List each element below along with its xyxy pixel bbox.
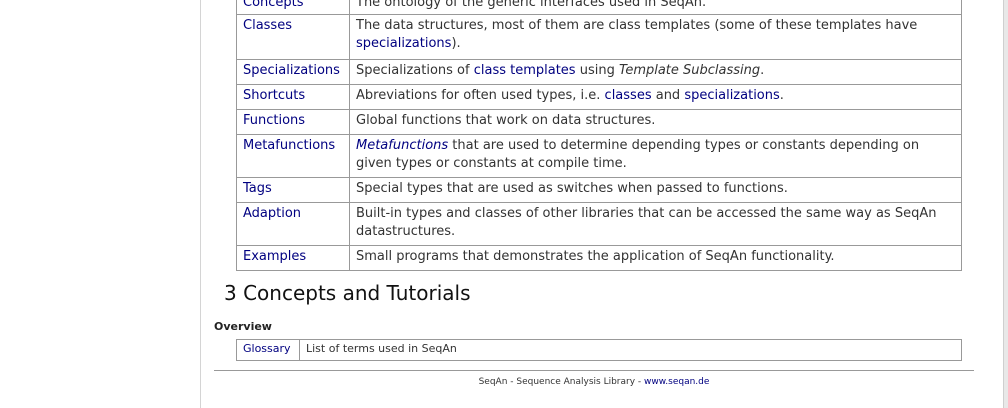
table-row: Adaption Built-in types and classes of o… [236,202,962,246]
table-row: Examples Small programs that demonstrate… [236,245,962,271]
footer-link[interactable]: www.seqan.de [644,377,709,387]
row-description: Special types that are used as switches … [349,177,962,203]
row-description: The ontology of the generic interfaces u… [349,0,962,15]
link-tags[interactable]: Tags [243,181,272,196]
link-shortcuts[interactable]: Shortcuts [243,88,305,103]
link-metafunctions[interactable]: Metafunctions [243,138,335,153]
row-description: Metafunctions that are used to determine… [349,134,962,178]
row-description: Abreviations for often used types, i.e. … [349,84,962,110]
footer: SeqAn - Sequence Analysis Library - www.… [214,377,974,387]
link-classes-inline[interactable]: classes [605,88,652,103]
link-specializations[interactable]: Specializations [243,63,340,78]
window-right-edge [1003,0,1008,408]
left-navigation-pane [0,0,201,408]
row-description: Global functions that work on data struc… [349,109,962,135]
table-row: Glossary List of terms used in SeqAn [236,339,962,361]
table-row: Concepts The ontology of the generic int… [236,0,962,15]
row-description: The data structures, most of them are cl… [349,14,962,60]
link-classes[interactable]: Classes [243,18,292,33]
row-description: List of terms used in SeqAn [299,339,962,361]
link-concepts[interactable]: Concepts [243,0,304,10]
link-examples[interactable]: Examples [243,249,306,264]
link-class-templates[interactable]: class templates [474,63,576,78]
table-row: Classes The data structures, most of the… [236,14,962,60]
glossary-table: Glossary List of terms used in SeqAn [236,339,962,361]
link-functions[interactable]: Functions [243,113,305,128]
table-row: Shortcuts Abreviations for often used ty… [236,84,962,110]
table-row: Specializations Specializations of class… [236,59,962,85]
row-description: Small programs that demonstrates the app… [349,245,962,271]
link-glossary[interactable]: Glossary [243,342,291,355]
link-specializations-inline[interactable]: specializations [356,36,451,51]
row-description: Specializations of class templates using… [349,59,962,85]
link-adaption[interactable]: Adaption [243,206,301,221]
overview-label: Overview [214,320,272,333]
link-metafunctions-inline[interactable]: Metafunctions [356,138,448,153]
table-row: Metafunctions Metafunctions that are use… [236,134,962,178]
link-specializations-inline-2[interactable]: specializations [684,88,779,103]
section-heading: 3 Concepts and Tutorials [224,281,471,305]
footer-divider [214,370,974,371]
table-row: Functions Global functions that work on … [236,109,962,135]
footer-text: SeqAn - Sequence Analysis Library - [478,377,645,387]
reference-table: Concepts The ontology of the generic int… [236,0,962,271]
row-description: Built-in types and classes of other libr… [349,202,962,246]
table-row: Tags Special types that are used as swit… [236,177,962,203]
